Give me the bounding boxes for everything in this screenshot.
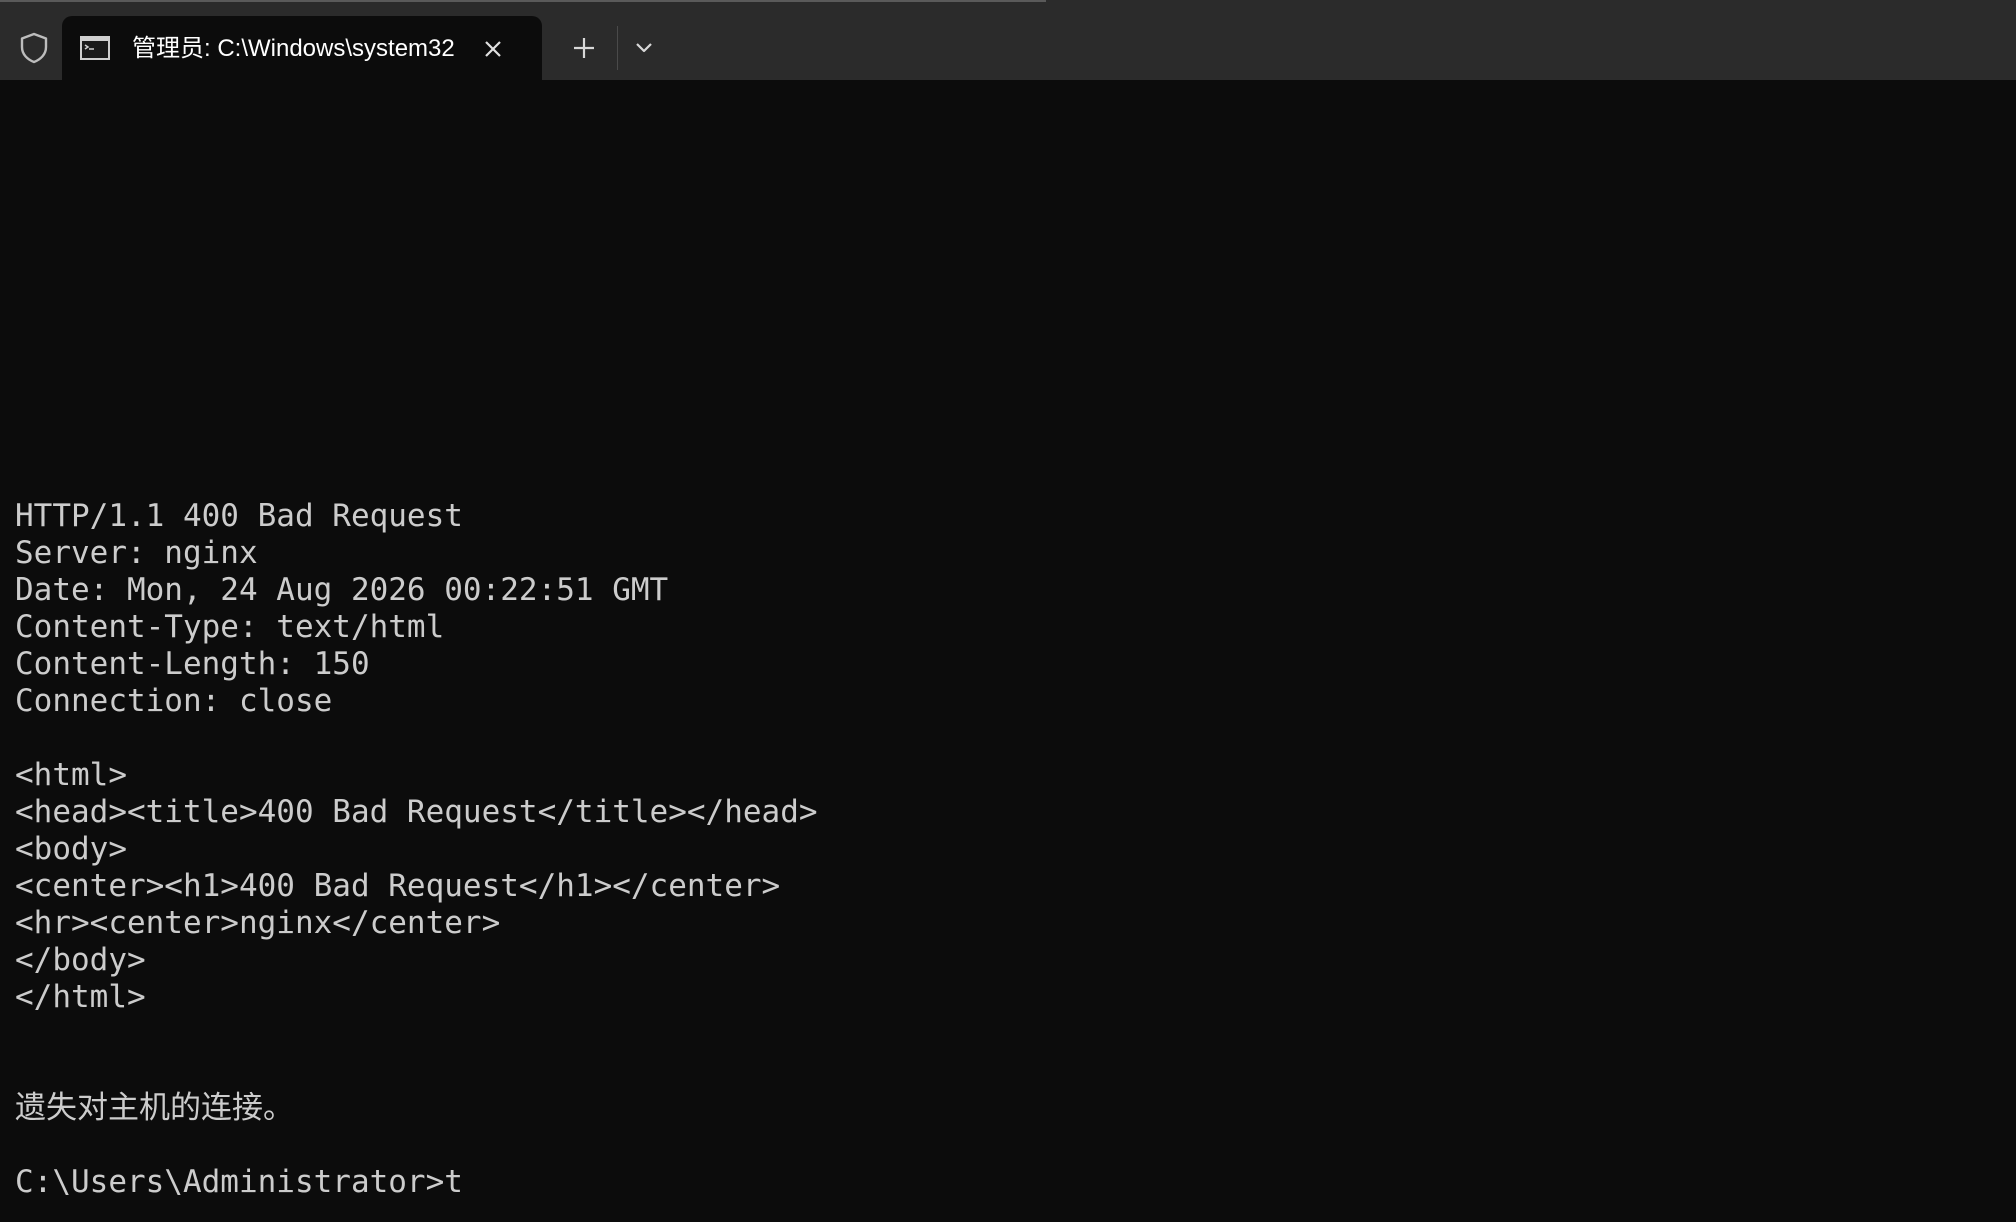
- terminal-output: HTTP/1.1 400 Bad Request Server: nginx Dat…: [15, 498, 818, 1201]
- terminal-window: 管理员: C:\Windows\system32 HTTP/1.1 400 Ba…: [0, 0, 2016, 1222]
- command-prompt-icon: [80, 36, 110, 60]
- command-prompt-line[interactable]: C:\Users\Administrator>t: [15, 1164, 818, 1201]
- terminal-line: <html>: [15, 757, 127, 793]
- tab-title: 管理员: C:\Windows\system32: [132, 35, 455, 62]
- terminal-line: Content-Length: 150: [15, 646, 370, 682]
- terminal-line: <hr><center>nginx</center>: [15, 905, 501, 941]
- tab-separator: [617, 26, 618, 70]
- terminal-line: Content-Type: text/html: [15, 609, 445, 645]
- terminal-line: Connection: close: [15, 683, 333, 719]
- terminal-line: </html>: [15, 979, 146, 1015]
- tab-dropdown-button[interactable]: [624, 28, 664, 68]
- tab-bar: 管理员: C:\Windows\system32: [0, 0, 2016, 80]
- terminal-line: <head><title>400 Bad Request</title></he…: [15, 794, 818, 830]
- terminal-line: 遗失对主机的连接。: [15, 1090, 294, 1126]
- tab-bar-top-line: [0, 0, 1046, 2]
- terminal-line: <center><h1>400 Bad Request</h1></center…: [15, 868, 781, 904]
- tab-admin-cmd[interactable]: 管理员: C:\Windows\system32: [62, 16, 542, 80]
- terminal-line: <body>: [15, 831, 127, 867]
- terminal-line: Server: nginx: [15, 535, 258, 571]
- terminal-line: Date: Mon, 24 Aug 2026 00:22:51 GMT: [15, 572, 669, 608]
- terminal-line: </body>: [15, 942, 146, 978]
- chevron-down-icon: [636, 43, 652, 53]
- shield-icon: [14, 28, 54, 68]
- terminal-body[interactable]: HTTP/1.1 400 Bad Request Server: nginx Dat…: [0, 80, 2016, 1222]
- close-icon[interactable]: [476, 32, 510, 66]
- plus-icon: [574, 38, 594, 58]
- terminal-line: HTTP/1.1 400 Bad Request: [15, 498, 463, 534]
- new-tab-button[interactable]: [564, 28, 604, 68]
